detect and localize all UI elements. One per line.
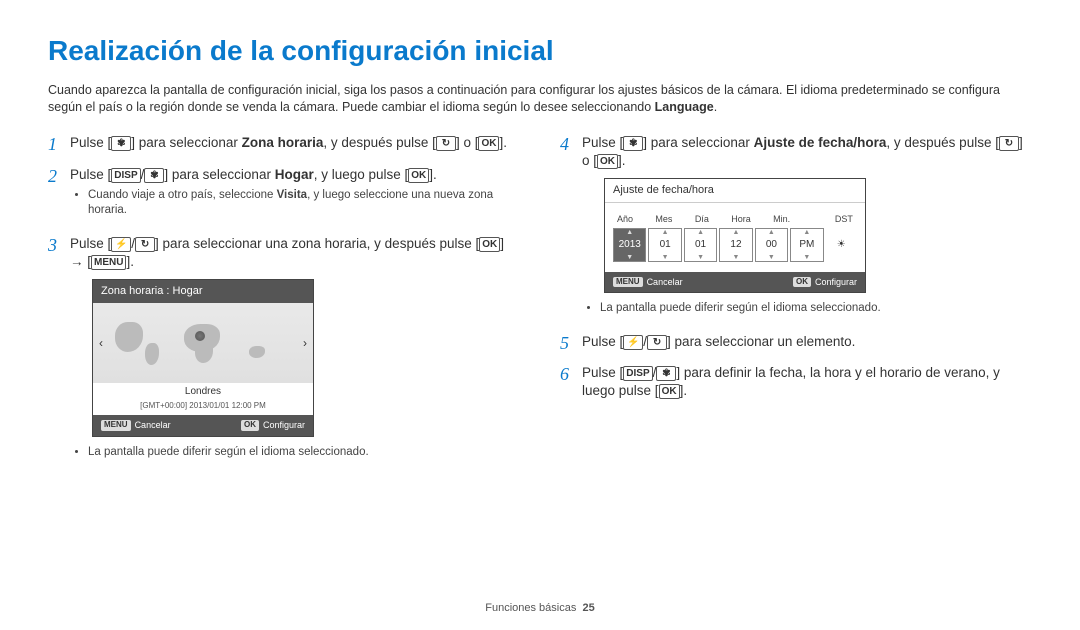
disp-key: DISP [111, 168, 140, 183]
timer-icon: ↻ [436, 136, 456, 151]
step-2: 2 Pulse [DISP/✾] para seleccionar Hogar,… [48, 166, 520, 225]
flash-icon: ⚡ [111, 237, 131, 252]
page-title: Realización de la configuración inicial [48, 32, 1032, 70]
timezone-screenshot: Zona horaria : Hogar ‹ › [92, 279, 314, 436]
step-1: 1 Pulse [✾] para seleccionar Zona horari… [48, 134, 520, 156]
ok-key: OK [597, 154, 618, 169]
minute-field[interactable]: ▲00▼ [755, 228, 788, 262]
disp-key: DISP [623, 366, 652, 381]
flash-icon: ⚡ [623, 335, 643, 350]
datetime-screenshot: Ajuste de fecha/hora Año Mes Día Hora Mi… [604, 178, 866, 293]
prev-region-arrow[interactable]: ‹ [99, 335, 103, 351]
ampm-field[interactable]: ▲PM▼ [790, 228, 823, 262]
year-field[interactable]: ▲2013▼ [613, 228, 646, 262]
macro-icon: ✾ [656, 366, 676, 381]
ok-key: OK [478, 136, 499, 151]
macro-icon: ✾ [623, 136, 643, 151]
menu-key: MENU [91, 255, 126, 270]
page-footer: Funciones básicas 25 [0, 601, 1080, 616]
ok-key: OK [408, 168, 429, 183]
day-field[interactable]: ▲01▼ [684, 228, 717, 262]
ok-key: OK [479, 237, 500, 252]
macro-icon: ✾ [111, 136, 131, 151]
ok-key: OK [659, 384, 680, 399]
step-5: 5 Pulse [⚡/↻] para seleccionar un elemen… [560, 333, 1032, 355]
macro-icon: ✾ [144, 168, 164, 183]
dst-icon[interactable]: ☀ [826, 228, 857, 262]
timer-icon: ↻ [647, 335, 667, 350]
month-field[interactable]: ▲01▼ [648, 228, 681, 262]
timer-icon: ↻ [135, 237, 155, 252]
step-3: 3 Pulse [⚡/↻] para seleccionar una zona … [48, 235, 520, 466]
step-4: 4 Pulse [✾] para seleccionar Ajuste de f… [560, 134, 1032, 323]
step-6: 6 Pulse [DISP/✾] para definir la fecha, … [560, 364, 1032, 400]
timer-icon: ↻ [999, 136, 1019, 151]
hour-field[interactable]: ▲12▼ [719, 228, 752, 262]
next-region-arrow[interactable]: › [303, 335, 307, 351]
intro-text: Cuando aparezca la pantalla de configura… [48, 82, 1032, 116]
